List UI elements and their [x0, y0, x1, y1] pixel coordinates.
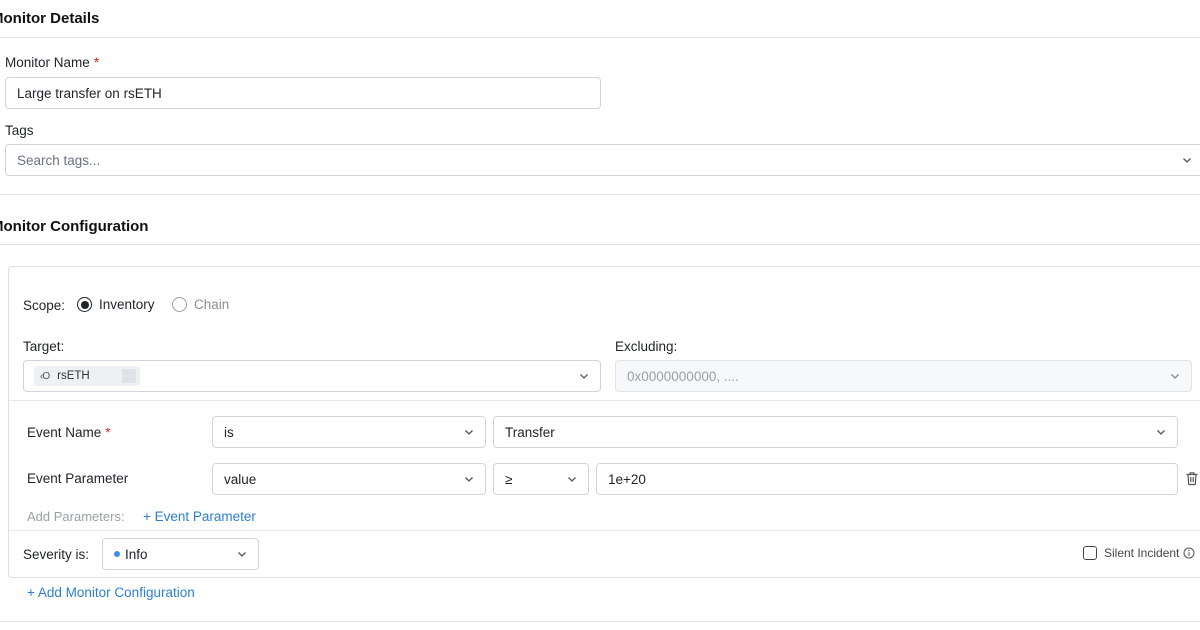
tags-label: Tags: [5, 123, 34, 138]
event-parameter-operator-select[interactable]: ≥: [493, 463, 589, 495]
section-title-monitor-details: Monitor Details: [0, 10, 100, 27]
severity-value: Info: [125, 546, 148, 562]
target-label: Target:: [23, 339, 65, 354]
excluding-placeholder: 0x0000000000, ....: [627, 368, 739, 384]
add-event-parameter-link[interactable]: + Event Parameter: [143, 509, 256, 524]
severity-label: Severity is:: [23, 547, 90, 562]
add-monitor-configuration-link[interactable]: + Add Monitor Configuration: [27, 585, 195, 600]
add-parameters-label: Add Parameters:: [27, 509, 125, 524]
divider: [9, 400, 1200, 401]
event-name-operator-value: is: [224, 424, 234, 440]
info-circle-icon[interactable]: [1183, 547, 1195, 559]
silent-incident-checkbox[interactable]: Silent Incident: [1083, 546, 1195, 560]
event-parameter-operator-value: ≥: [505, 471, 513, 487]
event-parameter-name-select[interactable]: value: [212, 463, 486, 495]
tags-placeholder: Search tags...: [17, 152, 101, 168]
scope-radio-inventory[interactable]: Inventory: [77, 297, 155, 312]
chevron-down-icon: [465, 430, 473, 435]
excluding-label: Excluding:: [615, 339, 678, 354]
severity-select[interactable]: Info: [102, 538, 259, 570]
monitor-name-value: Large transfer on rsETH: [17, 85, 162, 101]
scope-radio-chain[interactable]: Chain: [172, 297, 229, 312]
target-chip[interactable]: ‹O rsETH: [34, 366, 140, 386]
event-parameter-value-input[interactable]: 1e+20: [596, 463, 1178, 495]
event-name-operator-select[interactable]: is: [212, 416, 486, 448]
event-name-label: Event Name *: [27, 425, 111, 440]
event-name-label-text: Event Name: [27, 425, 102, 440]
tags-select[interactable]: Search tags...: [5, 144, 1200, 176]
checkbox-box: [1083, 546, 1097, 560]
monitor-name-label: Monitor Name *: [5, 55, 99, 70]
divider: [9, 530, 1200, 531]
section-title-monitor-configuration: Monitor Configuration: [0, 218, 149, 235]
chevron-down-icon: [1157, 430, 1165, 435]
radio-circle: [172, 297, 187, 312]
target-chip-label: rsETH: [57, 370, 90, 382]
event-parameter-label: Event Parameter: [27, 471, 129, 486]
chevron-down-icon: [465, 477, 473, 482]
event-name-value: Transfer: [505, 424, 555, 440]
target-select[interactable]: ‹O rsETH: [23, 360, 601, 392]
monitor-name-label-text: Monitor Name: [5, 55, 90, 70]
divider: [0, 244, 1200, 245]
scope-option-label: Inventory: [99, 297, 155, 312]
chevron-down-icon: [580, 374, 588, 379]
chip-remove-button[interactable]: [121, 369, 136, 383]
required-mark: *: [105, 425, 111, 440]
divider: [0, 621, 1200, 622]
divider: [0, 194, 1200, 195]
event-name-value-select[interactable]: Transfer: [493, 416, 1178, 448]
excluding-select[interactable]: 0x0000000000, ....: [615, 360, 1192, 392]
chevron-down-icon: [1171, 374, 1179, 379]
chevron-down-icon: [1183, 158, 1191, 163]
event-parameter-value: 1e+20: [608, 471, 646, 487]
scope-label: Scope:: [23, 298, 66, 313]
radio-circle: [77, 297, 92, 312]
severity-dot: [114, 551, 120, 557]
event-parameter-name-value: value: [224, 471, 257, 487]
chevron-down-icon: [568, 477, 576, 482]
trash-icon[interactable]: [1185, 471, 1199, 486]
contract-icon: ‹O: [40, 370, 50, 382]
divider: [0, 37, 1200, 38]
scope-option-label: Chain: [194, 297, 230, 312]
required-mark: *: [93, 55, 100, 70]
monitor-name-input[interactable]: Large transfer on rsETH: [5, 77, 601, 109]
chevron-down-icon: [238, 552, 246, 557]
silent-incident-label: Silent Incident: [1104, 546, 1180, 560]
